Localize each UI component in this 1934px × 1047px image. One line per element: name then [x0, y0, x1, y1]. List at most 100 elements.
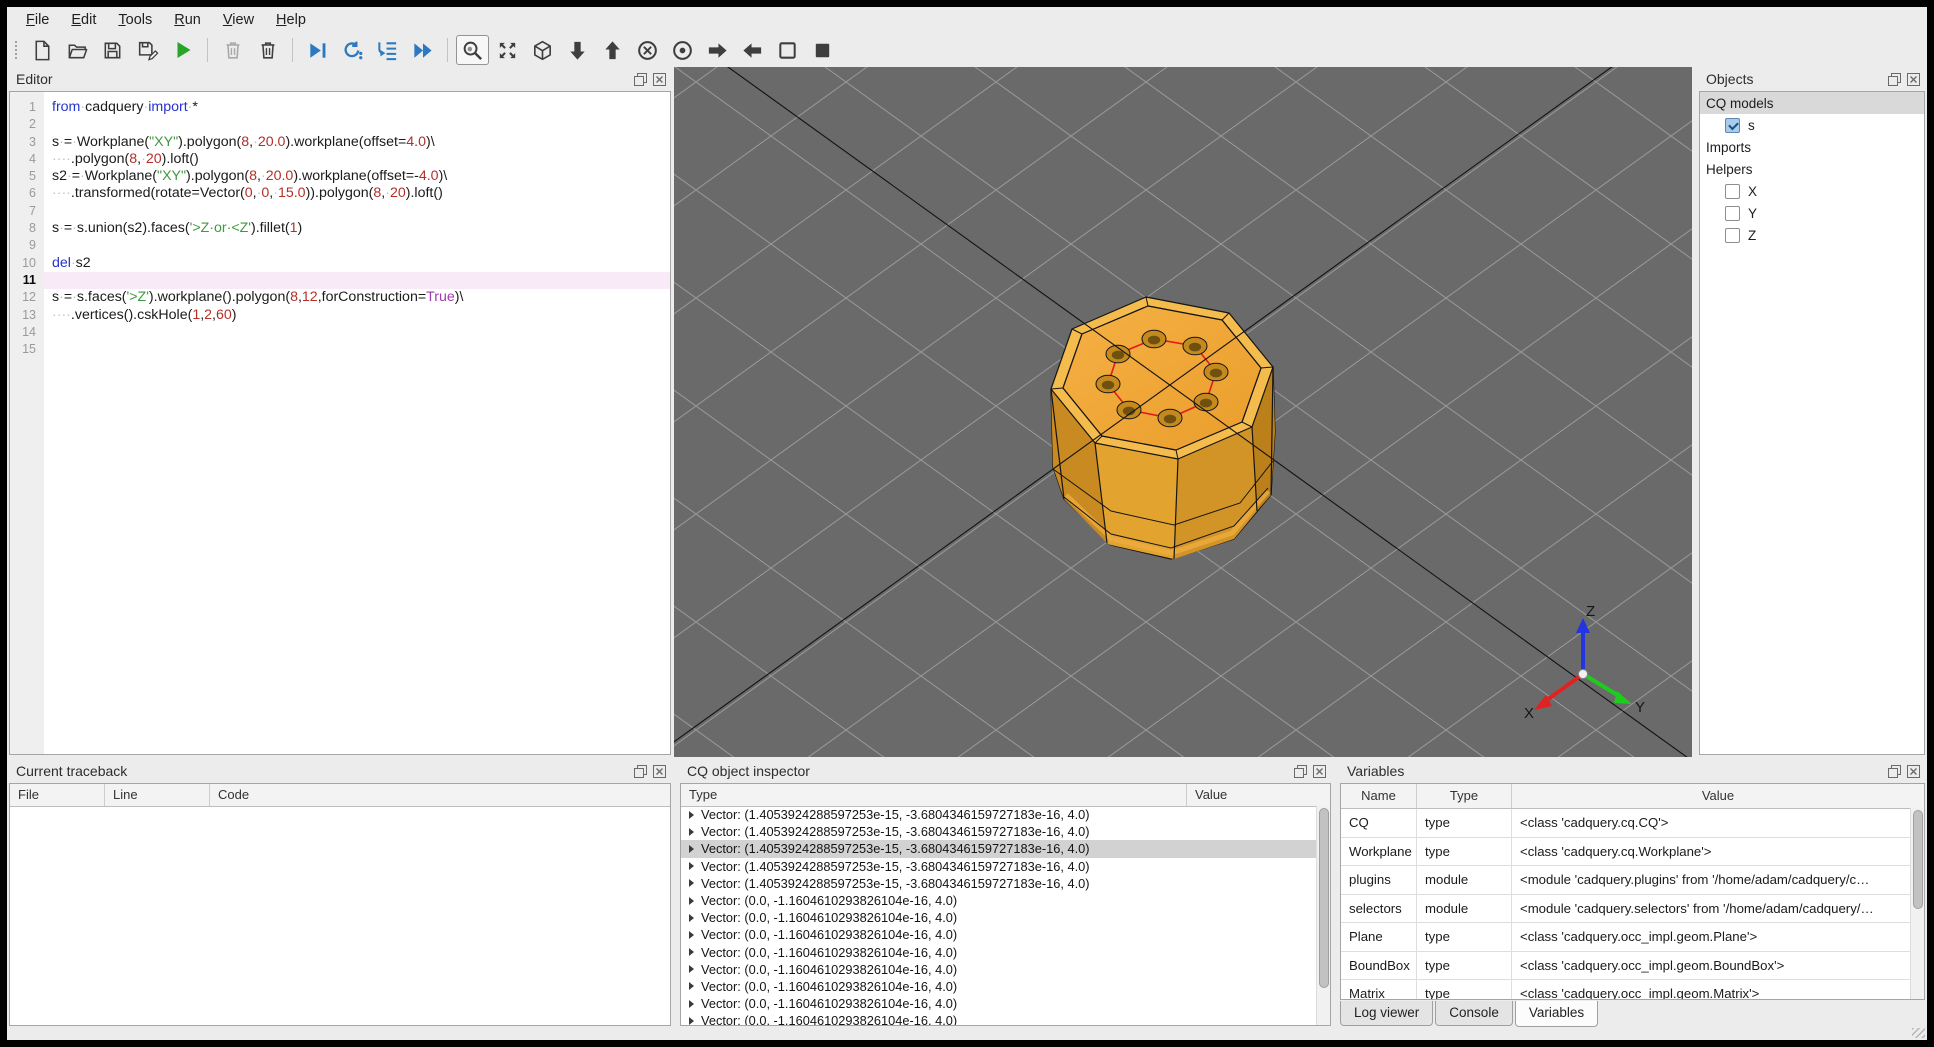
close-icon[interactable]: [653, 764, 666, 778]
tree-item-imports[interactable]: Imports: [1700, 136, 1924, 158]
expander-icon[interactable]: [689, 930, 694, 939]
expander-icon[interactable]: [689, 844, 694, 853]
tab-variables[interactable]: Variables: [1514, 1001, 1599, 1027]
restart-button[interactable]: [336, 35, 369, 65]
scrollbar[interactable]: [1910, 808, 1924, 999]
tab-console[interactable]: Console: [1435, 1001, 1513, 1026]
objects-group-header[interactable]: CQ models: [1700, 92, 1924, 114]
inspector-row[interactable]: Vector: (0.0, -1.1604610293826104e-16, 4…: [681, 926, 1316, 943]
inspector-row[interactable]: Vector: (1.4053924288597253e-15, -3.6804…: [681, 875, 1316, 892]
visibility-checkbox-x[interactable]: [1725, 183, 1740, 199]
close-icon[interactable]: [1907, 72, 1920, 86]
expander-icon[interactable]: [689, 810, 694, 819]
column-header-file[interactable]: File: [10, 784, 105, 806]
tree-item-s[interactable]: s: [1700, 114, 1924, 136]
fit-view-button[interactable]: [491, 35, 524, 65]
resize-grip[interactable]: [1912, 1028, 1925, 1038]
visibility-checkbox-s[interactable]: [1725, 117, 1740, 133]
front-view-button[interactable]: [631, 35, 664, 65]
back-view-button[interactable]: [666, 35, 699, 65]
menu-item-run[interactable]: Run: [163, 7, 212, 33]
inspector-row[interactable]: Vector: (0.0, -1.1604610293826104e-16, 4…: [681, 978, 1316, 995]
variable-row[interactable]: CQ type <class 'cadquery.cq.CQ'>: [1341, 809, 1924, 838]
menu-item-view[interactable]: View: [212, 7, 265, 33]
debug-button[interactable]: [301, 35, 334, 65]
column-header-value[interactable]: Value: [1187, 784, 1330, 806]
code-editor[interactable]: 1 from·cadquery·import·* 2 3 s·=·Workplane("…: [9, 91, 671, 755]
float-icon[interactable]: [1888, 764, 1901, 778]
inspector-row[interactable]: Vector: (0.0, -1.1604610293826104e-16, 4…: [681, 944, 1316, 961]
step-into-button[interactable]: [371, 35, 404, 65]
wireframe-button[interactable]: [771, 35, 804, 65]
close-icon[interactable]: [1907, 764, 1920, 778]
column-header-value[interactable]: Value: [1512, 784, 1924, 808]
float-icon[interactable]: [634, 72, 647, 86]
save-as-button[interactable]: [131, 35, 164, 65]
column-header-line[interactable]: Line: [105, 784, 210, 806]
tab-log-viewer[interactable]: Log viewer: [1340, 1001, 1434, 1026]
inspector-row[interactable]: Vector: (0.0, -1.1604610293826104e-16, 4…: [681, 909, 1316, 926]
delete-all-button[interactable]: [251, 35, 284, 65]
expander-icon[interactable]: [689, 982, 694, 991]
float-icon[interactable]: [1888, 72, 1901, 86]
column-header-name[interactable]: Name: [1341, 784, 1417, 808]
float-icon[interactable]: [1294, 764, 1307, 778]
expander-icon[interactable]: [689, 1016, 694, 1025]
menu-item-edit[interactable]: Edit: [60, 7, 107, 33]
variable-row[interactable]: BoundBox type <class 'cadquery.occ_impl.ge…: [1341, 951, 1924, 980]
inspector-row[interactable]: Vector: (0.0, -1.1604610293826104e-16, 4…: [681, 1012, 1316, 1025]
column-header-code[interactable]: Code: [210, 784, 670, 806]
tree-item-x[interactable]: X: [1700, 180, 1924, 202]
visibility-checkbox-z[interactable]: [1725, 227, 1740, 243]
menu-item-file[interactable]: File: [15, 7, 60, 33]
right-view-button[interactable]: [701, 35, 734, 65]
expander-icon[interactable]: [689, 999, 694, 1008]
bottom-view-button[interactable]: [561, 35, 594, 65]
variable-row[interactable]: Plane type <class 'cadquery.occ_impl.geom.…: [1341, 923, 1924, 952]
render-button[interactable]: [166, 35, 199, 65]
inspector-row[interactable]: Vector: (0.0, -1.1604610293826104e-16, 4…: [681, 995, 1316, 1012]
save-button[interactable]: [96, 35, 129, 65]
close-icon[interactable]: [1313, 764, 1326, 778]
variable-row[interactable]: selectors module <module 'cadquery.selecto…: [1341, 894, 1924, 923]
menu-item-tools[interactable]: Tools: [107, 7, 163, 33]
expander-icon[interactable]: [689, 827, 694, 836]
expander-icon[interactable]: [689, 948, 694, 957]
scrollbar[interactable]: [1316, 806, 1330, 1025]
variable-row[interactable]: Matrix type <class 'cadquery.occ_impl.geom…: [1341, 980, 1924, 999]
delete-button[interactable]: [216, 35, 249, 65]
expander-icon[interactable]: [689, 896, 694, 905]
expander-icon[interactable]: [689, 965, 694, 974]
inspector-row[interactable]: Vector: (1.4053924288597253e-15, -3.6804…: [681, 823, 1316, 840]
top-view-button[interactable]: [596, 35, 629, 65]
tree-item-z[interactable]: Z: [1700, 224, 1924, 246]
menu-item-help[interactable]: Help: [265, 7, 317, 33]
continue-button[interactable]: [406, 35, 439, 65]
inspector-row[interactable]: Vector: (1.4053924288597253e-15, -3.6804…: [681, 858, 1316, 875]
new-file-button[interactable]: [26, 35, 59, 65]
float-icon[interactable]: [634, 764, 647, 778]
scrollbar-handle[interactable]: [1318, 808, 1329, 988]
cad-model[interactable]: [1050, 296, 1276, 560]
inspector-row[interactable]: Vector: (1.4053924288597253e-15, -3.6804…: [681, 840, 1316, 858]
toolbar-drag-handle[interactable]: [14, 40, 18, 60]
scrollbar-handle[interactable]: [1912, 810, 1923, 910]
viewport-3d[interactable]: X Y Z: [674, 67, 1692, 757]
visibility-checkbox-y[interactable]: [1725, 205, 1740, 221]
variable-row[interactable]: Workplane type <class 'cadquery.cq.Workpla…: [1341, 837, 1924, 866]
expander-icon[interactable]: [689, 879, 694, 888]
expander-icon[interactable]: [689, 913, 694, 922]
variable-row[interactable]: plugins module <module 'cadquery.plugins' …: [1341, 866, 1924, 895]
open-file-button[interactable]: [61, 35, 94, 65]
tree-item-helpers[interactable]: Helpers: [1700, 158, 1924, 180]
shaded-button[interactable]: [806, 35, 839, 65]
left-view-button[interactable]: [736, 35, 769, 65]
tree-item-y[interactable]: Y: [1700, 202, 1924, 224]
column-header-type[interactable]: Type: [681, 784, 1187, 806]
inspector-row[interactable]: Vector: (0.0, -1.1604610293826104e-16, 4…: [681, 892, 1316, 909]
inspector-row[interactable]: Vector: (0.0, -1.1604610293826104e-16, 4…: [681, 961, 1316, 978]
close-icon[interactable]: [653, 72, 666, 86]
expander-icon[interactable]: [689, 862, 694, 871]
iso-view-button[interactable]: [526, 35, 559, 65]
inspector-row[interactable]: Vector: (1.4053924288597253e-15, -3.6804…: [681, 806, 1316, 823]
